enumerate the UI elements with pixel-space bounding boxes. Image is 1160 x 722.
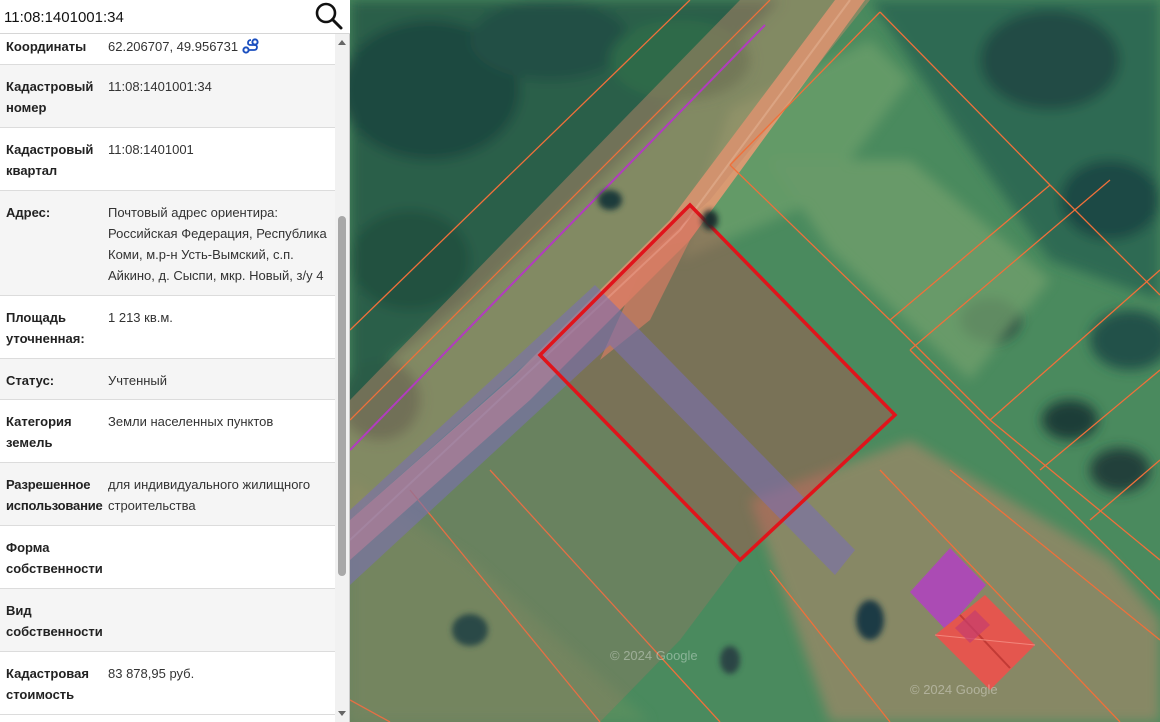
info-label: Статус: — [6, 373, 55, 388]
satellite-map[interactable]: © 2024 Google © 2024 Google — [350, 0, 1160, 722]
info-label: Адрес: — [6, 205, 51, 220]
info-row-cadastral-value: Кадастровая стоимость 83 878,95 руб. — [0, 652, 336, 715]
info-row-ownership-type: Вид собственности — [0, 589, 336, 652]
info-label: Разрешенное использование — [6, 477, 103, 513]
scroll-down-arrow-icon[interactable] — [338, 711, 346, 716]
info-value: 83 878,95 руб. — [108, 666, 195, 681]
info-row-status: Статус: Учтенный — [0, 359, 336, 400]
info-value — [108, 537, 336, 579]
search-bar — [0, 0, 350, 34]
info-row-cadastral-number: Кадастровый номер 11:08:1401001:34 — [0, 65, 336, 128]
scroll-up-arrow-icon[interactable] — [338, 40, 346, 45]
panel-scrollbar[interactable] — [335, 34, 349, 722]
info-label: Категория земель — [6, 414, 72, 450]
info-row-cadastral-quarter: Кадастровый квартал 11:08:1401001 — [0, 128, 336, 191]
info-value: для индивидуального жилищного строительс… — [108, 477, 311, 513]
info-value: 62.206707, 49.956731 — [108, 36, 336, 60]
info-row-permitted-use: Разрешенное использование для индивидуал… — [0, 463, 336, 526]
info-label: Вид собственности — [6, 603, 103, 639]
info-panel: Координаты 62.206707, 49.956731 Кадастро… — [0, 0, 350, 722]
search-input[interactable] — [4, 3, 304, 31]
search-icon — [315, 2, 343, 30]
info-label: Площадь уточненная: — [6, 310, 85, 346]
info-label: Кадастровый номер — [6, 79, 94, 115]
info-value: Почтовый адрес ориентира: Российская Фед… — [108, 205, 327, 283]
info-value: 11:08:1401001 — [108, 142, 194, 157]
info-row-address: Адрес: Почтовый адрес ориентира: Российс… — [0, 191, 336, 296]
info-value: 1 213 кв.м. — [108, 310, 173, 325]
map-canvas[interactable]: © 2024 Google © 2024 Google — [350, 0, 1160, 722]
parcel-info-list: Координаты 62.206707, 49.956731 Кадастро… — [0, 34, 336, 722]
info-row-area: Площадь уточненная: 1 213 кв.м. — [0, 296, 336, 359]
info-row-ownership-form: Форма собственности — [0, 526, 336, 589]
info-row-coordinates: Координаты 62.206707, 49.956731 — [0, 34, 336, 65]
info-value: 11:08:1401001:34 — [108, 79, 212, 94]
info-value: Земли населенных пунктов — [108, 414, 274, 429]
info-value — [108, 600, 336, 642]
map-watermark: © 2024 Google — [610, 648, 698, 663]
info-row-land-category: Категория земель Земли населенных пункто… — [0, 400, 336, 463]
route-icon[interactable] — [242, 38, 260, 60]
map-watermark: © 2024 Google — [910, 682, 998, 697]
info-label: Кадастровая стоимость — [6, 666, 89, 702]
search-button[interactable] — [314, 1, 344, 31]
info-value: Учтенный — [108, 373, 168, 388]
coordinates-value: 62.206707, 49.956731 — [108, 39, 239, 54]
info-label: Кадастровый квартал — [6, 142, 94, 178]
scroll-thumb[interactable] — [338, 216, 346, 576]
info-label: Форма собственности — [6, 540, 103, 576]
info-label: Координаты — [6, 39, 87, 54]
